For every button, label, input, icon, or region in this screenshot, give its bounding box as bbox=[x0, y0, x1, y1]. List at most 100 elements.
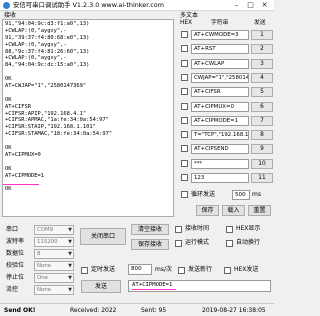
row-hex-checkbox[interactable] bbox=[181, 116, 188, 124]
send-newline-label: 发送新行 bbox=[188, 266, 213, 273]
row-send-button[interactable]: 4 bbox=[251, 72, 273, 83]
row-send-button[interactable]: 11 bbox=[251, 173, 273, 183]
row-hex-checkbox[interactable] bbox=[181, 73, 188, 81]
row-hex-checkbox[interactable] bbox=[181, 131, 188, 139]
send-newline-checkbox[interactable] bbox=[178, 267, 185, 274]
hex-display-label: HEX显示 bbox=[236, 225, 261, 232]
row-hex-checkbox[interactable] bbox=[181, 145, 188, 153]
receive-line: AT+CIPMODE=1 bbox=[5, 172, 44, 179]
multi-text-row: AT+CIPMUX=0 6 bbox=[179, 101, 274, 113]
clear-receive-button[interactable]: 清空接收 bbox=[131, 224, 169, 235]
auto-newline-label: 自动换行 bbox=[236, 239, 261, 246]
multi-text-header: HEX 字符串 发送 bbox=[179, 18, 274, 28]
receive-time-checkbox[interactable] bbox=[175, 226, 182, 233]
maximize-button[interactable]: □ bbox=[244, 0, 257, 10]
row-send-button[interactable]: 1 bbox=[251, 30, 273, 40]
minimize-button[interactable]: – bbox=[230, 0, 243, 10]
flow-select[interactable]: None ▼ bbox=[34, 285, 74, 295]
parity-select[interactable]: None ▼ bbox=[34, 261, 74, 271]
send-button[interactable]: 发送 bbox=[81, 280, 121, 293]
run-mode-label: 运行模式 bbox=[185, 239, 210, 246]
send-input[interactable]: AT+CIPMODE=1 bbox=[128, 280, 271, 292]
hex-column-header: HEX bbox=[180, 20, 192, 26]
run-mode-checkbox[interactable] bbox=[175, 240, 182, 247]
close-window-button[interactable]: ✕ bbox=[258, 0, 271, 10]
parity-value: None bbox=[37, 263, 52, 269]
sent-count: Sent: 95 bbox=[141, 307, 167, 314]
receive-line: OK bbox=[5, 186, 12, 193]
row-string-input[interactable]: T="TCP","192.168.1.101",8 bbox=[191, 130, 249, 141]
chevron-down-icon: ▼ bbox=[68, 263, 72, 269]
row-hex-checkbox[interactable] bbox=[181, 174, 188, 181]
row-string-input[interactable]: AT+CIFSR bbox=[191, 87, 249, 98]
receive-line: AT+CWJAP="1","2580147369" bbox=[5, 83, 87, 90]
hex-send-checkbox[interactable] bbox=[224, 267, 231, 274]
row-string-input[interactable]: 123 bbox=[191, 173, 249, 183]
row-string-input[interactable]: AT+CWMODE=3 bbox=[191, 30, 249, 40]
multi-text-row: AT+RST 2 bbox=[179, 43, 274, 55]
row-hex-checkbox[interactable] bbox=[181, 88, 188, 96]
loop-send-checkbox[interactable] bbox=[181, 191, 188, 198]
row-string-input[interactable]: AT+CWLAP bbox=[191, 58, 249, 69]
send-status-text: Send OK! bbox=[4, 307, 36, 314]
baud-label: 波特率 bbox=[6, 238, 25, 245]
row-send-button[interactable]: 10 bbox=[251, 158, 273, 169]
databits-select[interactable]: 8 ▼ bbox=[34, 249, 74, 259]
receive-line bbox=[5, 90, 171, 97]
row-hex-checkbox[interactable] bbox=[181, 102, 188, 110]
app-logo-icon bbox=[3, 2, 10, 9]
receive-line: 88,"9c:37:f4:81:26:60",13) bbox=[5, 48, 90, 55]
baud-select[interactable]: 115200 ▼ bbox=[34, 237, 74, 247]
auto-newline-checkbox[interactable] bbox=[226, 240, 233, 247]
row-string-input[interactable]: AT+RST bbox=[191, 44, 249, 55]
row-send-button[interactable]: 3 bbox=[251, 58, 273, 69]
load-multitext-button[interactable]: 载入 bbox=[222, 205, 245, 216]
receive-time-label: 接收时间 bbox=[185, 225, 210, 232]
stopbits-select[interactable]: One ▼ bbox=[34, 273, 74, 283]
row-send-button[interactable]: 8 bbox=[251, 130, 273, 141]
loop-interval-input[interactable]: 500 bbox=[232, 190, 250, 200]
row-string-input[interactable]: AT+CIPSEND bbox=[191, 144, 249, 155]
multi-text-row: CWJAP="1","2580147369"4 bbox=[179, 72, 274, 84]
chevron-down-icon: ▼ bbox=[68, 239, 72, 245]
send-highlight-underline bbox=[132, 289, 176, 290]
port-select[interactable]: COM9 ▼ bbox=[34, 225, 74, 235]
status-timestamp: 2019-08-27 16:38:05 bbox=[202, 307, 266, 314]
row-send-button[interactable]: 7 bbox=[251, 115, 273, 126]
save-receive-button[interactable]: 保存接收 bbox=[131, 239, 169, 250]
receive-line: 84,"94:04:9c:dc:15:a0",13) bbox=[5, 62, 90, 69]
timed-send-label: 定时发送 bbox=[91, 266, 116, 273]
row-hex-checkbox[interactable] bbox=[181, 59, 188, 67]
hex-display-checkbox[interactable] bbox=[226, 226, 233, 233]
receive-line: OK bbox=[5, 76, 12, 83]
row-hex-checkbox[interactable] bbox=[181, 159, 188, 167]
row-send-button[interactable]: 5 bbox=[251, 87, 273, 98]
reset-multitext-button[interactable]: 重置 bbox=[248, 205, 271, 216]
receive-line: +CIFSR:APIP,"192.168.4.1" bbox=[5, 110, 87, 117]
row-string-input[interactable]: *** bbox=[191, 158, 249, 169]
chevron-down-icon: ▼ bbox=[68, 287, 72, 293]
save-multitext-button[interactable]: 保存 bbox=[196, 205, 219, 216]
title-bar[interactable]: 安信可串口调试助手 V1.2.3.0 www.ai-thinker.com – … bbox=[0, 0, 274, 11]
receive-line: +CIFSR:STAMAC,"18:fe:34:0a:54:97" bbox=[5, 131, 113, 138]
row-string-input[interactable]: CWJAP="1","2580147369" bbox=[191, 72, 249, 83]
receive-highlight-underline bbox=[3, 184, 39, 185]
timed-send-checkbox[interactable] bbox=[81, 267, 88, 274]
port-label: 串口 bbox=[6, 226, 19, 233]
timed-interval-input[interactable]: 800 bbox=[128, 264, 152, 275]
row-send-button[interactable]: 6 bbox=[251, 101, 273, 112]
row-hex-checkbox[interactable] bbox=[181, 45, 188, 53]
close-port-button[interactable]: 关闭串口 bbox=[80, 228, 126, 245]
receive-line: AT+CIPMUX=0 bbox=[5, 151, 41, 158]
received-count: Received: 2022 bbox=[70, 307, 117, 314]
row-string-input[interactable]: AT+CIPMODE=1 bbox=[191, 115, 249, 126]
loop-ms-unit: ms bbox=[252, 191, 261, 198]
row-string-input[interactable]: AT+CIPMUX=0 bbox=[191, 101, 249, 112]
receive-line: AT+CIFSR bbox=[5, 103, 31, 110]
row-send-button[interactable]: 9 bbox=[251, 144, 273, 155]
receive-textarea[interactable]: 91,"94:04:9c:d3:f1:a0",13) +CWLAP:(0,"ayg… bbox=[2, 19, 174, 217]
row-hex-checkbox[interactable] bbox=[181, 31, 188, 38]
receive-line: OK bbox=[5, 165, 12, 172]
multi-text-row: AT+CWMODE=3 1 bbox=[179, 29, 274, 41]
row-send-button[interactable]: 2 bbox=[251, 44, 273, 55]
